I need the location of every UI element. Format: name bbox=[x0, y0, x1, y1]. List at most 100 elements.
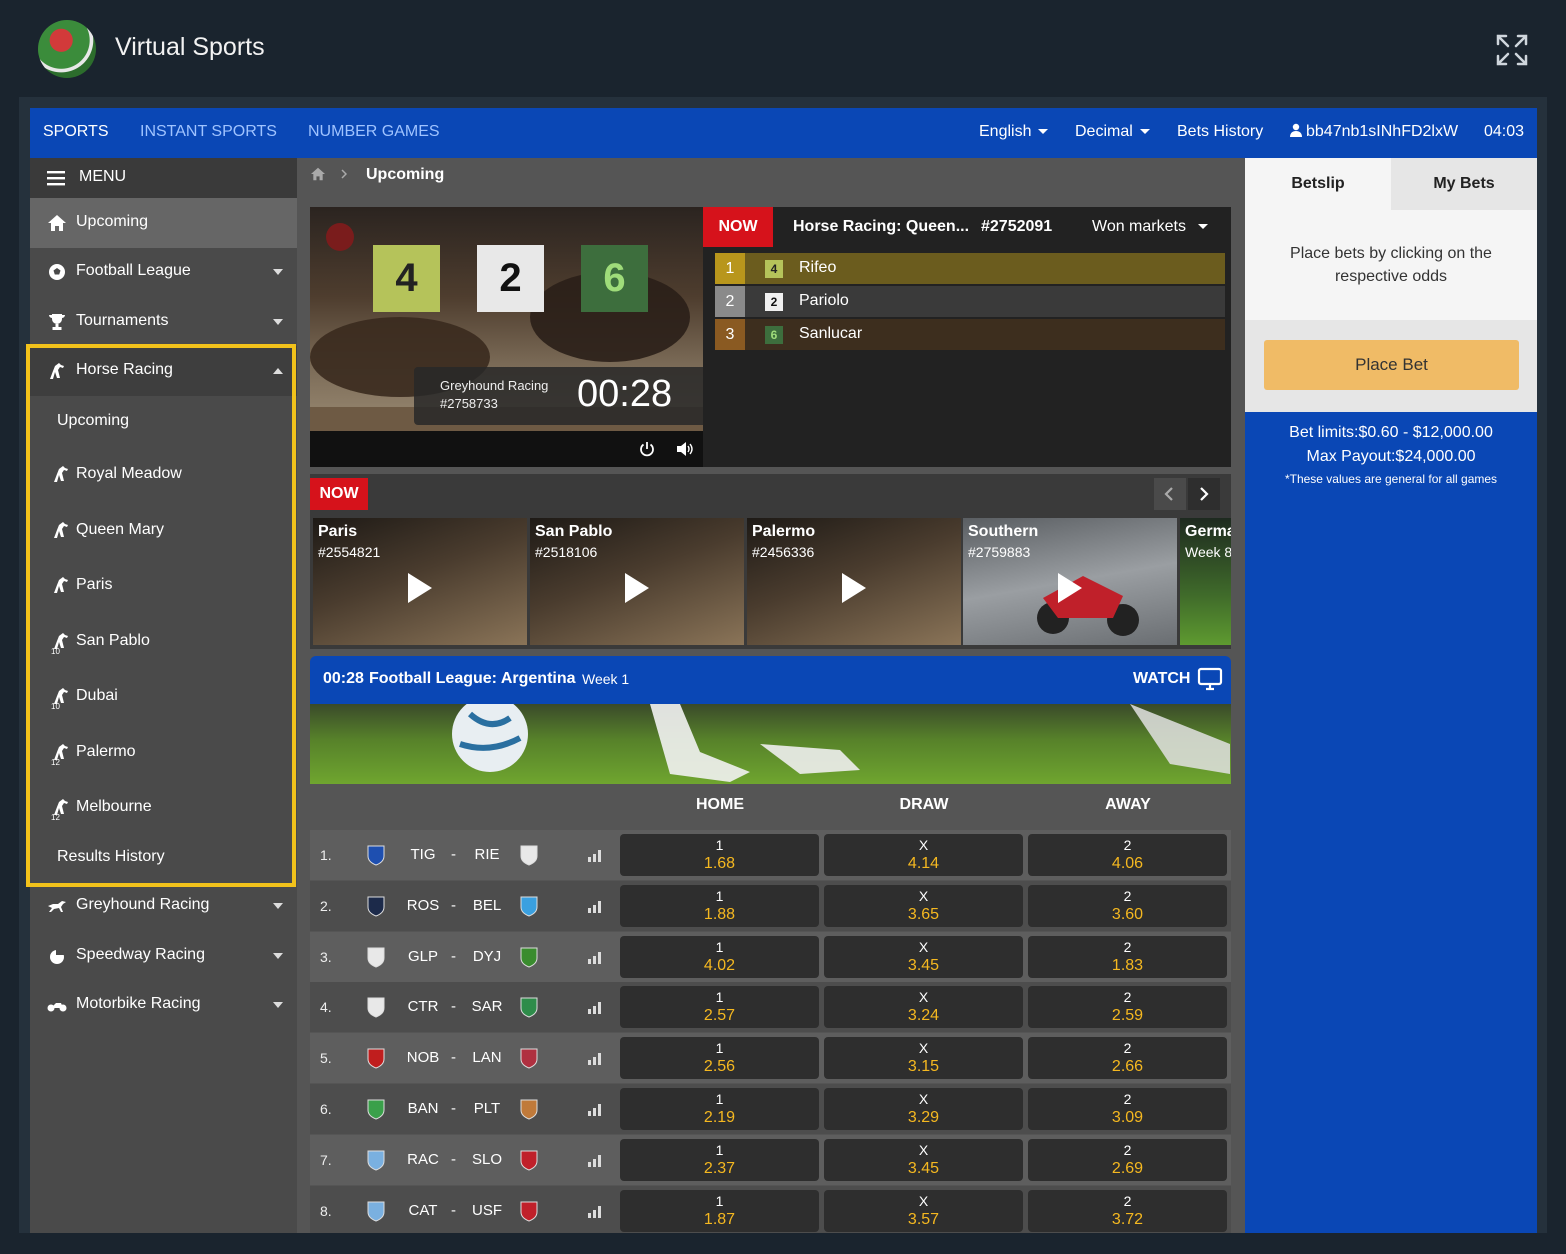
odds-away-button[interactable]: 2 1.83 bbox=[1028, 935, 1227, 978]
user-account[interactable]: bb47nb1sINhFD2lxW bbox=[1290, 123, 1458, 141]
odds-label: 2 bbox=[1123, 887, 1132, 904]
now-badge: NOW bbox=[310, 478, 368, 510]
odds-away-button[interactable]: 2 2.69 bbox=[1028, 1138, 1227, 1181]
odds-format-dropdown[interactable]: Decimal bbox=[1075, 123, 1150, 141]
monitor-icon bbox=[1197, 667, 1223, 691]
stats-icon[interactable] bbox=[587, 1051, 603, 1066]
expand-icon[interactable] bbox=[1494, 32, 1530, 68]
row-index: 8. bbox=[320, 1202, 332, 1219]
odds-draw-button[interactable]: X 3.45 bbox=[824, 1138, 1023, 1181]
menu-label: MENU bbox=[79, 168, 127, 185]
odds-value: 2.66 bbox=[1111, 1058, 1144, 1076]
stats-icon[interactable] bbox=[587, 1000, 603, 1015]
now-event-id: #2752091 bbox=[981, 218, 1053, 235]
thumbnail-title: San Pablo bbox=[535, 523, 613, 540]
power-icon[interactable] bbox=[639, 441, 655, 457]
video-player[interactable]: 4 2 6 Greyhound Racing #2758733 00:28 bbox=[310, 207, 711, 467]
bets-history-link[interactable]: Bets History bbox=[1177, 123, 1263, 141]
odds-label: X bbox=[918, 837, 929, 853]
odds-home-button[interactable]: 1 2.37 bbox=[620, 1138, 819, 1181]
odds-value: 3.15 bbox=[907, 1058, 940, 1076]
odds-away-button[interactable]: 2 4.06 bbox=[1028, 834, 1227, 876]
column-home: HOME bbox=[696, 796, 744, 813]
sidebar-item-motorbike-racing[interactable]: Motorbike Racing bbox=[30, 980, 297, 1030]
stats-icon[interactable] bbox=[587, 950, 603, 964]
table-row: 2. ROS - BEL 1 1.88 X 3.65 2 3.60 bbox=[310, 880, 1231, 931]
odds-value: 3.09 bbox=[1111, 1109, 1144, 1126]
sidebar-item-upcoming[interactable]: Upcoming bbox=[30, 198, 297, 248]
stats-icon[interactable] bbox=[587, 848, 603, 862]
sidebar-item-speedway-racing[interactable]: Speedway Racing bbox=[30, 931, 297, 981]
home-icon[interactable] bbox=[310, 167, 326, 181]
odds-draw-button[interactable]: X 3.57 bbox=[824, 1189, 1023, 1232]
odds-away-button[interactable]: 2 2.66 bbox=[1028, 1037, 1227, 1080]
odds-draw-button[interactable]: X 3.15 bbox=[824, 1037, 1023, 1080]
odds-home-button[interactable]: 1 2.19 bbox=[620, 1088, 819, 1130]
sidebar-item-greyhound-racing[interactable]: Greyhound Racing bbox=[30, 881, 297, 931]
tab-instant-sports[interactable]: INSTANT SPORTS bbox=[140, 123, 277, 141]
watch-button[interactable]: WATCH bbox=[1133, 667, 1223, 691]
stats-icon[interactable] bbox=[587, 1153, 603, 1167]
odds-home-button[interactable]: 1 1.68 bbox=[620, 834, 819, 876]
odds-draw-button[interactable]: X 3.65 bbox=[824, 884, 1023, 927]
odds-away-button[interactable]: 2 3.72 bbox=[1028, 1189, 1227, 1232]
event-thumbnail[interactable]: Southern #2759883 bbox=[963, 518, 1177, 645]
row-index: 1. bbox=[320, 847, 332, 863]
tab-number-games[interactable]: NUMBER GAMES bbox=[308, 123, 440, 141]
event-thumbnail[interactable]: San Pablo #2518106 bbox=[530, 518, 744, 645]
odds-value: 2.59 bbox=[1111, 1007, 1144, 1025]
tab-my-bets[interactable]: My Bets bbox=[1391, 158, 1537, 210]
prev-button[interactable] bbox=[1154, 478, 1186, 510]
odds-home-button[interactable]: 1 1.87 bbox=[620, 1189, 819, 1232]
odds-home-button[interactable]: 1 2.56 bbox=[620, 1037, 819, 1080]
odds-label: X bbox=[918, 1192, 929, 1209]
table-row: 6. BAN - PLT 1 2.19 X 3.29 2 3.09 bbox=[310, 1084, 1231, 1134]
stats-icon[interactable] bbox=[587, 899, 603, 913]
sidebar-item-tournaments[interactable]: Tournaments bbox=[30, 297, 297, 347]
away-crest-icon bbox=[520, 947, 538, 968]
odds-away-button[interactable]: 2 3.09 bbox=[1028, 1088, 1227, 1130]
won-markets-dropdown[interactable]: Won markets bbox=[1092, 218, 1208, 236]
thumbnail-title: Palermo bbox=[752, 523, 816, 540]
odds-home-button[interactable]: 1 1.88 bbox=[620, 884, 819, 927]
betslip-body: Place bets by clicking on the respective… bbox=[1245, 210, 1537, 320]
now-results-panel: NOW Horse Racing: Queen... #2752091 Won … bbox=[703, 207, 1231, 467]
thumbnail-subtitle: Week 8 bbox=[1185, 544, 1231, 560]
stats-icon[interactable] bbox=[587, 1204, 603, 1218]
thumbnail-title: Paris bbox=[318, 523, 358, 540]
odds-value: 3.72 bbox=[1111, 1210, 1144, 1228]
result-position: 2 bbox=[715, 286, 745, 317]
event-thumbnail[interactable]: Paris #2554821 bbox=[313, 518, 527, 645]
sidebar-item-football-league[interactable]: Football League bbox=[30, 247, 297, 297]
home-crest-icon bbox=[367, 1150, 385, 1171]
tab-sports[interactable]: SPORTS bbox=[43, 123, 109, 141]
event-time: 00:28 bbox=[323, 670, 364, 687]
odds-draw-button[interactable]: X 3.45 bbox=[824, 935, 1023, 978]
volume-icon[interactable] bbox=[676, 441, 694, 457]
tab-betslip[interactable]: Betslip bbox=[1245, 158, 1391, 210]
next-button[interactable] bbox=[1188, 478, 1220, 510]
vs-separator: - bbox=[451, 846, 456, 863]
away-team: BEL bbox=[472, 896, 502, 914]
odds-label: 1 bbox=[715, 1192, 724, 1209]
odds-away-button[interactable]: 2 3.60 bbox=[1028, 884, 1227, 927]
now-event-title: Horse Racing: Queen... bbox=[793, 218, 970, 235]
betslip-hint: Place bets by clicking on the respective… bbox=[1290, 245, 1492, 285]
odds-draw-button[interactable]: X 4.14 bbox=[824, 834, 1023, 876]
odds-draw-button[interactable]: X 3.29 bbox=[824, 1088, 1023, 1130]
odds-away-button[interactable]: 2 2.59 bbox=[1028, 986, 1227, 1029]
event-thumbnail[interactable]: Germa Week 8 bbox=[1180, 518, 1231, 645]
stats-icon[interactable] bbox=[587, 1102, 603, 1116]
sidebar-item-label: Motorbike Racing bbox=[76, 995, 201, 1012]
place-bet-button[interactable]: Place Bet bbox=[1264, 340, 1519, 390]
row-index: 5. bbox=[320, 1050, 332, 1067]
thumbnail-subtitle: #2456336 bbox=[752, 544, 815, 560]
event-thumbnail[interactable]: Palermo #2456336 bbox=[747, 518, 961, 645]
language-dropdown[interactable]: English bbox=[979, 123, 1049, 141]
odds-home-button[interactable]: 1 4.02 bbox=[620, 935, 819, 978]
odds-label: 2 bbox=[1123, 1192, 1132, 1209]
odds-draw-button[interactable]: X 3.24 bbox=[824, 986, 1023, 1029]
sidebar-menu-toggle[interactable]: MENU bbox=[30, 158, 297, 198]
odds-home-button[interactable]: 1 2.57 bbox=[620, 986, 819, 1029]
row-index: 2. bbox=[320, 897, 332, 914]
